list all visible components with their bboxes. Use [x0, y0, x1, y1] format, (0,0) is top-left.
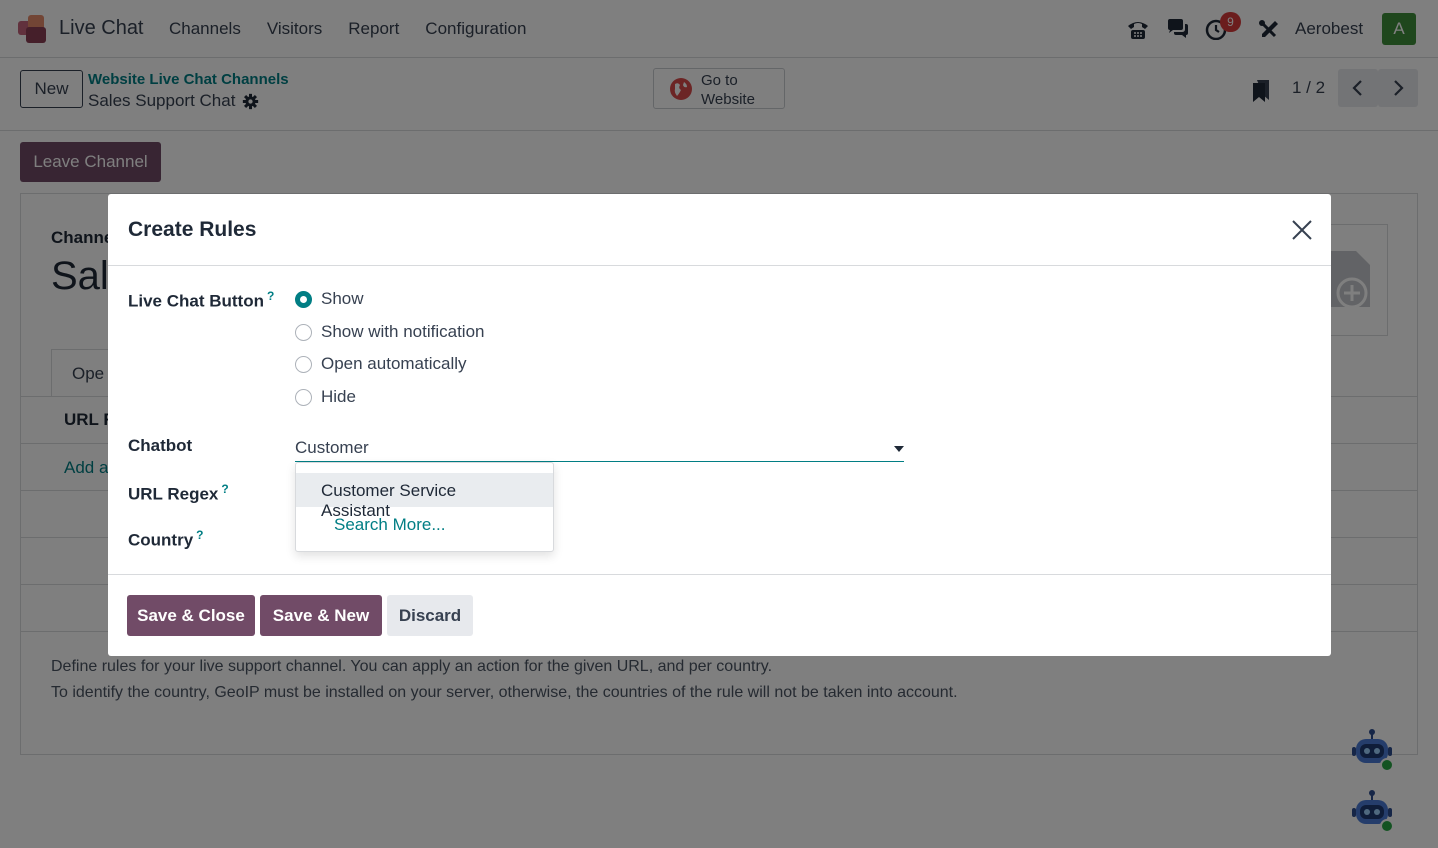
create-rules-dialog: Create Rules Live Chat Button? Show Show…	[108, 194, 1331, 656]
radio-open-automatically-input[interactable]	[295, 355, 312, 373]
radio-hide-input[interactable]	[295, 388, 312, 406]
radio-open-automatically-label: Open automatically	[321, 354, 467, 373]
close-icon[interactable]	[1290, 218, 1314, 242]
help-tooltip-icon[interactable]: ?	[196, 528, 203, 542]
dialog-title: Create Rules	[128, 218, 257, 241]
radio-show-with-notification[interactable]: Show with notification	[295, 320, 484, 344]
chatbot-autocomplete-dropdown: Customer Service Assistant Search More..…	[295, 462, 554, 552]
chevron-down-icon[interactable]	[894, 446, 904, 452]
dialog-footer: Save & Close Save & New Discard	[108, 574, 1331, 656]
radio-hide[interactable]: Hide	[295, 385, 356, 409]
discard-button[interactable]: Discard	[387, 595, 473, 636]
url-regex-label: URL Regex?	[128, 482, 229, 504]
radio-show-input[interactable]	[295, 290, 312, 308]
radio-hide-label: Hide	[321, 387, 356, 406]
chatbot-input[interactable]	[295, 434, 904, 462]
radio-show-label: Show	[321, 289, 364, 308]
chatbot-label: Chatbot	[128, 436, 193, 455]
country-label: Country?	[128, 528, 204, 550]
help-tooltip-icon[interactable]: ?	[267, 289, 274, 303]
dialog-header: Create Rules	[108, 194, 1331, 266]
dropdown-option-customer-service-assistant[interactable]: Customer Service Assistant	[296, 473, 553, 520]
radio-open-automatically[interactable]: Open automatically	[295, 352, 467, 376]
radio-show-with-notification-input[interactable]	[295, 323, 312, 341]
save-close-button[interactable]: Save & Close	[127, 595, 255, 636]
live-chat-button-label: Live Chat Button?	[128, 289, 275, 311]
search-more-link[interactable]: Search More...	[334, 515, 446, 535]
save-new-button[interactable]: Save & New	[260, 595, 382, 636]
help-tooltip-icon[interactable]: ?	[221, 482, 228, 496]
radio-show-with-notification-label: Show with notification	[321, 322, 485, 341]
radio-show[interactable]: Show	[295, 287, 364, 311]
